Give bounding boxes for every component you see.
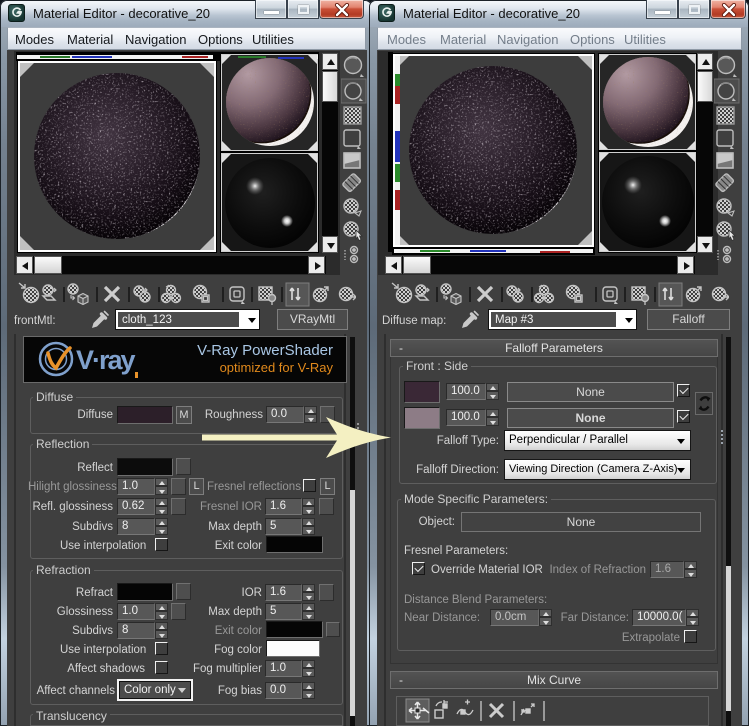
svg-text:V·ray: V·ray — [76, 345, 136, 375]
